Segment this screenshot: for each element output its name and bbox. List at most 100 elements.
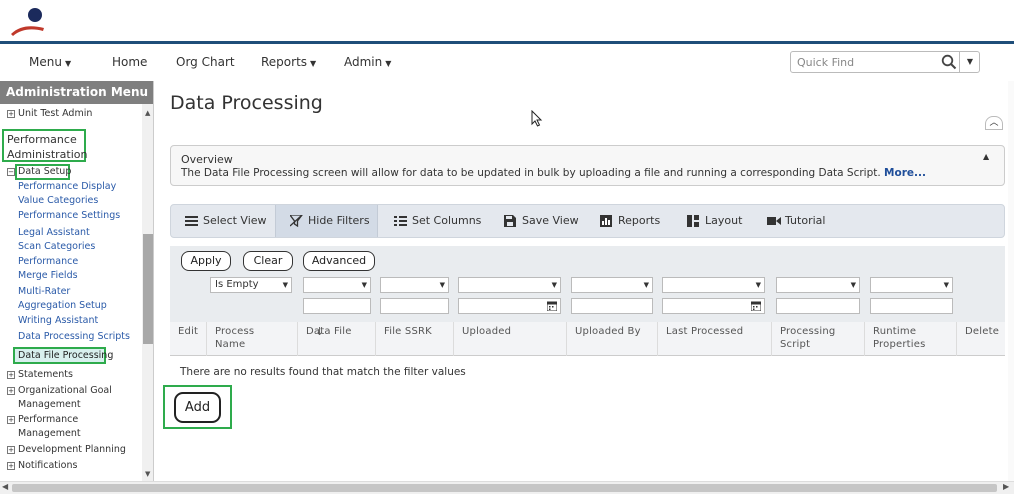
processing-script-filter-input[interactable] [776,298,860,314]
sidebar-item-writing-assistant[interactable]: Writing Assistant [18,314,138,328]
last-processed-operator-select[interactable]: ▼ [662,277,765,293]
sidebar-item-data-setup[interactable]: Data Setup [18,165,71,179]
sidebar-item-organizational-goal-management[interactable]: Organizational Goal Management [18,384,118,412]
column-header-processing-script[interactable]: Processing Script [771,322,864,356]
scroll-up-icon[interactable]: ▲ [145,109,150,117]
nav-org-chart[interactable]: Org Chart [176,55,235,69]
company-logo[interactable] [10,6,46,36]
scroll-down-icon[interactable]: ▼ [145,470,150,478]
uploaded-operator-select[interactable]: ▼ [458,277,561,293]
file-ssrk-filter-input[interactable] [380,298,449,314]
data-file-operator-select[interactable]: ▼ [303,277,371,293]
column-header-edit[interactable]: Edit [170,322,206,356]
quick-find-input[interactable] [791,52,936,72]
app-header [0,0,1014,44]
page-vertical-scrollbar[interactable] [1008,81,1014,481]
overview-text: The Data File Processing screen will all… [181,167,926,179]
table-header: Edit Process Name ↓ Data File File SSRK U… [170,322,1005,356]
empty-message: There are no results found that match th… [180,366,466,378]
apply-button[interactable]: Apply [181,251,231,271]
sidebar-item-notifications[interactable]: Notifications [18,459,77,473]
scroll-thumb[interactable] [143,234,153,344]
calendar-icon[interactable] [547,301,557,311]
scroll-thumb[interactable] [12,484,997,492]
sidebar-item-development-planning[interactable]: Development Planning [18,443,126,457]
collapse-icon[interactable]: − [7,168,15,176]
caret-down-icon: ▼ [361,281,367,289]
save-icon [504,215,516,227]
collapse-up-icon[interactable]: ︿ [985,116,1003,130]
scroll-left-icon[interactable]: ◀ [2,482,8,491]
set-columns-button[interactable]: Set Columns [394,205,489,237]
collapse-icon[interactable]: ▲ [983,152,989,161]
filter-off-icon [290,215,303,227]
expand-icon[interactable]: + [7,110,15,118]
add-button[interactable]: Add [174,392,221,423]
expand-icon[interactable]: + [7,387,15,395]
uploaded-by-operator-select[interactable]: ▼ [571,277,653,293]
expand-icon[interactable]: + [7,446,15,454]
sidebar-item-unit-test-admin[interactable]: Unit Test Admin [18,107,92,121]
hide-filters-button[interactable]: Hide Filters [275,205,378,237]
page-horizontal-scrollbar[interactable]: ◀ ▶ [0,481,1014,494]
nav-menu[interactable]: Menu ▼ [29,55,71,69]
page-title: Data Processing [170,92,323,114]
uploaded-by-filter-input[interactable] [571,298,653,314]
caret-down-icon: ▼ [439,281,445,289]
save-view-button[interactable]: Save View [504,205,584,237]
layout-button[interactable]: Layout [687,205,747,237]
column-header-file-ssrk[interactable]: File SSRK [375,322,453,356]
chart-icon [600,215,612,227]
select-view-button[interactable]: Select View [185,205,275,237]
search-icon[interactable] [941,54,957,70]
tutorial-button[interactable]: Tutorial [767,205,837,237]
sidebar-item-data-processing-scripts[interactable]: Data Processing Scripts [18,330,140,344]
sidebar-scrollbar[interactable]: ▲ ▼ [142,104,153,481]
sidebar-item-performance-merge-fields[interactable]: Performance Merge Fields [18,255,110,283]
sidebar-item-performance-management[interactable]: Performance Management [18,413,98,441]
nav-home[interactable]: Home [112,55,147,69]
column-header-data-file[interactable]: Data File [297,322,375,356]
sidebar-item-performance-settings[interactable]: Performance Settings [18,209,138,223]
calendar-icon[interactable] [751,301,761,311]
advanced-button[interactable]: Advanced [303,251,375,271]
sidebar-item-legal-assistant-scan-categories[interactable]: Legal Assistant Scan Categories [18,226,114,254]
sidebar-item-data-file-processing[interactable]: Data File Processing [18,349,113,363]
column-header-process-name[interactable]: Process Name ↓ [206,322,324,356]
caret-down-icon: ▼ [64,59,72,68]
nav-reports[interactable]: Reports ▼ [261,55,316,69]
quick-find-dropdown-icon[interactable]: ▼ [959,52,980,72]
clear-button[interactable]: Clear [243,251,293,271]
sidebar-item-multi-rater-aggregation-setup[interactable]: Multi-Rater Aggregation Setup [18,285,130,313]
grid-toolbar: Select View Hide Filters Set Columns Sav… [170,204,1005,238]
caret-down-icon: ▼ [551,281,557,289]
column-header-uploaded[interactable]: Uploaded [453,322,566,356]
column-header-delete[interactable]: Delete [956,322,1005,356]
sidebar-item-statements[interactable]: Statements [18,368,73,382]
sidebar-item-performance-display-value-categories[interactable]: Performance Display Value Categories [18,180,138,208]
data-file-filter-input[interactable] [303,298,371,314]
sidebar-item-performance-administration[interactable]: Performance Administration [7,132,88,162]
runtime-properties-operator-select[interactable]: ▼ [870,277,953,293]
reports-button[interactable]: Reports [600,205,670,237]
process-name-operator-select[interactable]: Is Empty ▼ [210,277,292,293]
last-processed-filter-input[interactable] [662,298,765,314]
scroll-right-icon[interactable]: ▶ [1003,482,1009,491]
expand-icon[interactable]: + [7,462,15,470]
file-ssrk-operator-select[interactable]: ▼ [380,277,449,293]
column-header-runtime-properties[interactable]: Runtime Properties [864,322,956,356]
processing-script-operator-select[interactable]: ▼ [776,277,860,293]
caret-down-icon: ▼ [755,281,761,289]
nav-admin[interactable]: Admin ▼ [344,55,391,69]
admin-sidebar: Administration Menu + Unit Test Admin Pe… [0,81,154,481]
column-header-uploaded-by[interactable]: Uploaded By [566,322,657,356]
mouse-cursor-icon [531,110,543,127]
more-link[interactable]: More... [884,167,926,179]
expand-icon[interactable]: + [7,416,15,424]
caret-down-icon: ▼ [282,281,288,289]
column-header-last-processed[interactable]: Last Processed [657,322,771,356]
expand-icon[interactable]: + [7,371,15,379]
uploaded-filter-input[interactable] [458,298,561,314]
runtime-properties-filter-input[interactable] [870,298,953,314]
caret-down-icon: ▼ [385,59,392,68]
